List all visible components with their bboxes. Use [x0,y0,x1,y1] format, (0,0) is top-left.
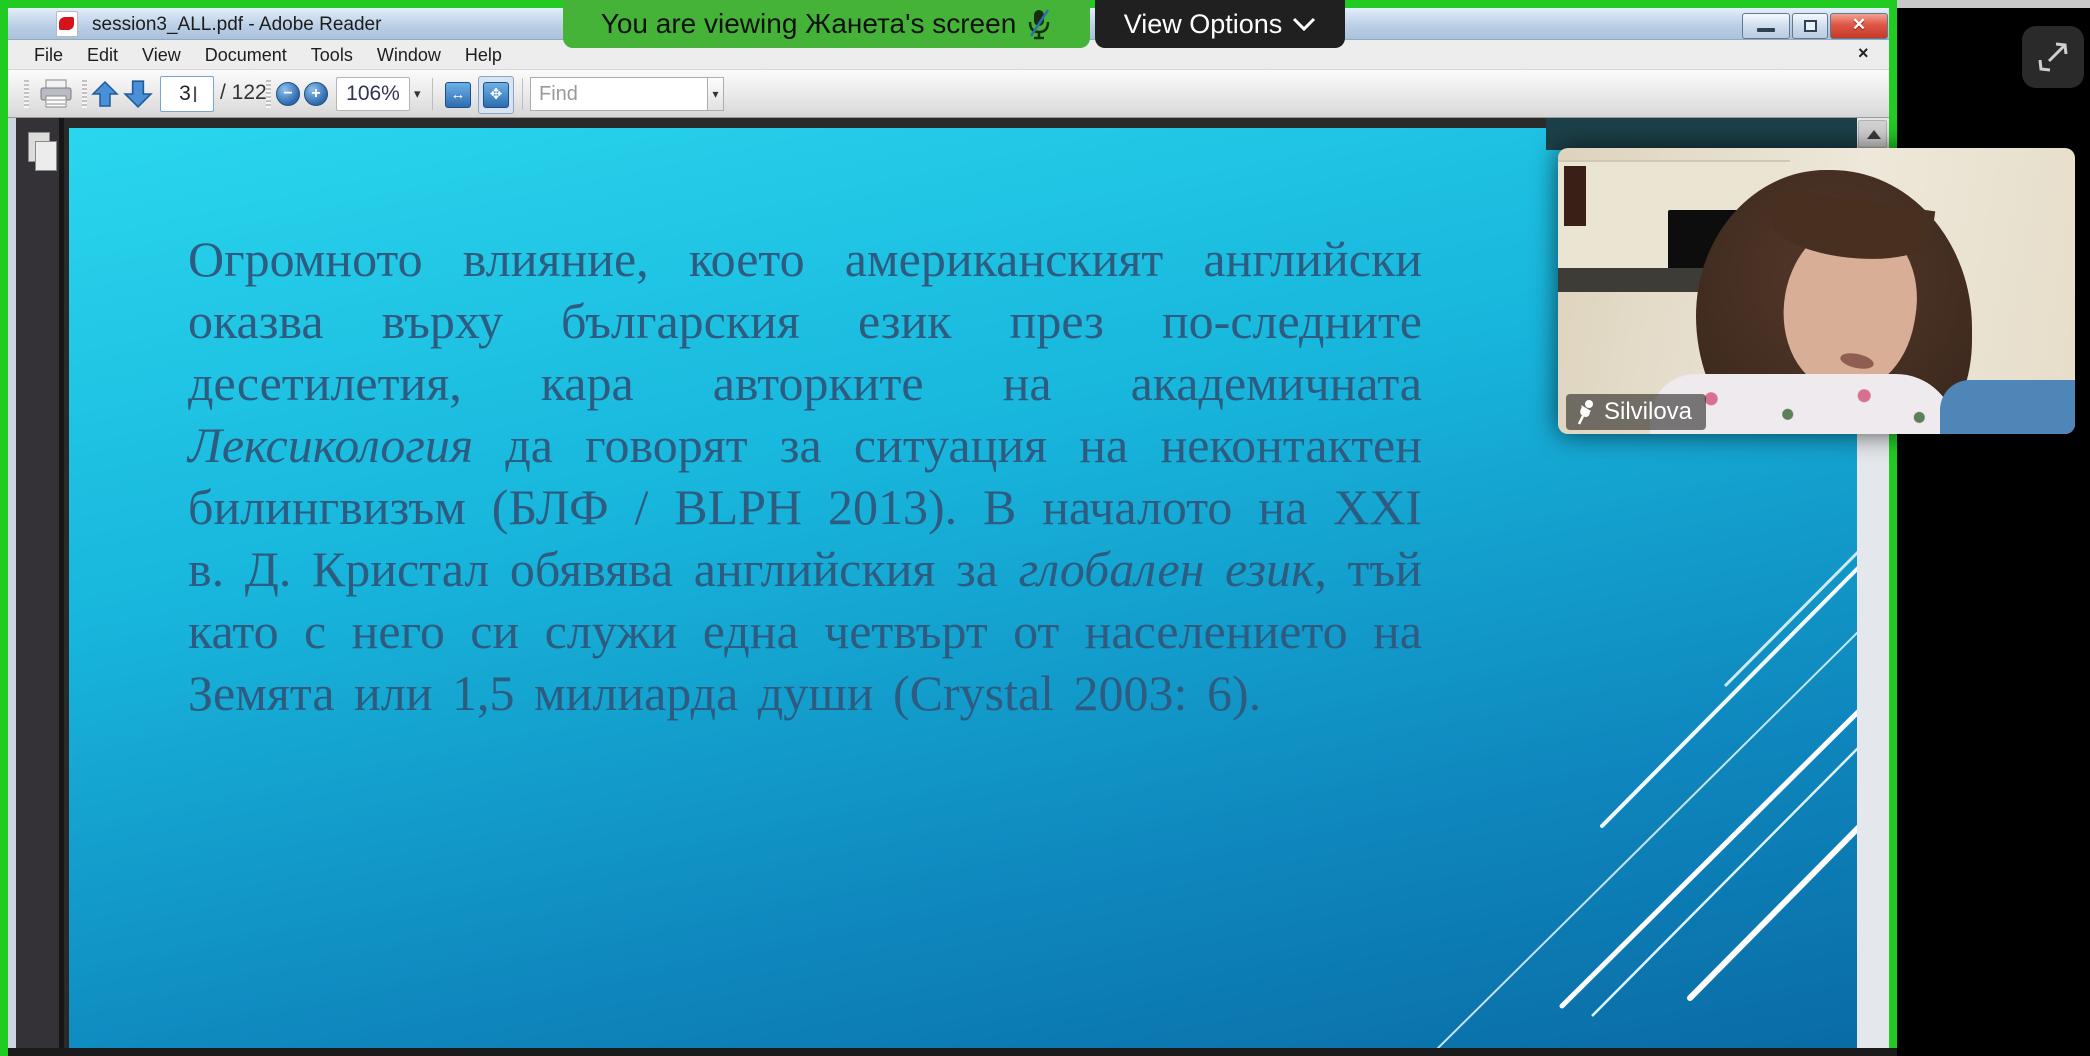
pdf-file-icon [54,11,80,37]
print-button[interactable] [36,76,76,112]
viewing-banner: You are viewing Жанета's screen [563,0,1090,48]
restore-button[interactable] [1792,13,1828,39]
share-border-left [0,0,8,1056]
minimize-button[interactable] [1742,13,1790,39]
find-dropdown-icon[interactable]: ▾ [708,77,724,111]
page-number-input[interactable] [160,76,214,112]
zoom-dropdown-icon[interactable]: ▾ [414,86,421,102]
menu-item-edit[interactable]: Edit [75,45,130,66]
toolbar: I / 122 − + 106% ▾ ↔ ✥ ▾ [8,70,1889,118]
up-arrow-icon [91,80,119,108]
pin-icon [1576,399,1596,425]
find-input[interactable] [530,77,708,111]
zoom-level-value[interactable]: 106% [336,77,410,111]
screen: session3_ALL.pdf - Adobe Reader ✕ FileEd… [0,0,2090,1056]
menu-item-document[interactable]: Document [193,45,299,66]
text-cursor: I [192,82,198,108]
toolbar-separator [432,78,433,110]
page-background-gap [1546,118,1865,150]
zoom-in-button[interactable]: + [304,82,328,106]
next-page-button[interactable] [122,78,154,110]
close-button[interactable]: ✕ [1830,13,1888,39]
toolbar-separator [522,78,523,110]
pages-panel-icon[interactable] [28,132,58,174]
toolbar-grip [266,80,271,108]
menu-item-help[interactable]: Help [453,45,514,66]
bottom-strip [0,1048,1897,1056]
expand-arrows-icon [2035,39,2071,75]
scroll-up-button[interactable] [1858,120,1887,148]
fullscreen-icon: ✥ [483,82,509,108]
minimize-icon [1757,28,1775,32]
menu-item-view[interactable]: View [130,45,193,66]
slide-text-italic-segment: глобален език [1019,541,1315,597]
window-title: session3_ALL.pdf - Adobe Reader [92,14,381,36]
slide-paragraph: Огромното влияние, което американският а… [188,228,1422,724]
microphone-muted-icon [1026,8,1052,40]
participant-name: Silvilova [1604,398,1692,426]
chevron-down-icon [1292,17,1316,31]
scroll-up-icon [1867,130,1881,139]
menu-item-window[interactable]: Window [365,45,453,66]
menubar-close-icon[interactable]: × [1858,43,1869,64]
fullscreen-button[interactable]: ✥ [478,76,514,114]
printer-icon [39,79,73,109]
restore-icon [1804,20,1817,32]
participant-video-thumbnail[interactable]: Silvilova [1558,148,2075,434]
view-options-label: View Options [1124,9,1283,40]
close-icon: ✕ [1831,15,1887,35]
window-edge-strip [8,118,16,1048]
menu-item-tools[interactable]: Tools [299,45,365,66]
navigation-sidebar [16,118,64,1048]
menu-items: FileEditViewDocumentToolsWindowHelp [22,40,514,70]
slide-text-segment: Огромното влияние, което американският а… [188,231,1422,411]
right-zone-top-strip [1897,0,2090,8]
down-arrow-icon [123,79,153,109]
expand-fullscreen-button[interactable] [2022,26,2084,88]
toolbar-grip [82,80,87,108]
zoom-out-button[interactable]: − [276,82,300,106]
fit-width-button[interactable]: ↔ [440,76,476,114]
participant-jacket [1940,380,2075,434]
slide-text-italic-segment: Лексикология [188,417,473,473]
menu-item-file[interactable]: File [22,45,75,66]
toolbar-grip [24,80,29,108]
background-picture-frame [1564,166,1586,226]
participant-name-tag: Silvilova [1566,394,1706,430]
fit-width-icon: ↔ [445,82,471,108]
view-options-button[interactable]: View Options [1095,0,1345,48]
previous-page-button[interactable] [90,78,120,110]
page-total-label: / 122 [220,81,267,105]
viewing-banner-text: You are viewing Жанета's screen [601,8,1017,40]
